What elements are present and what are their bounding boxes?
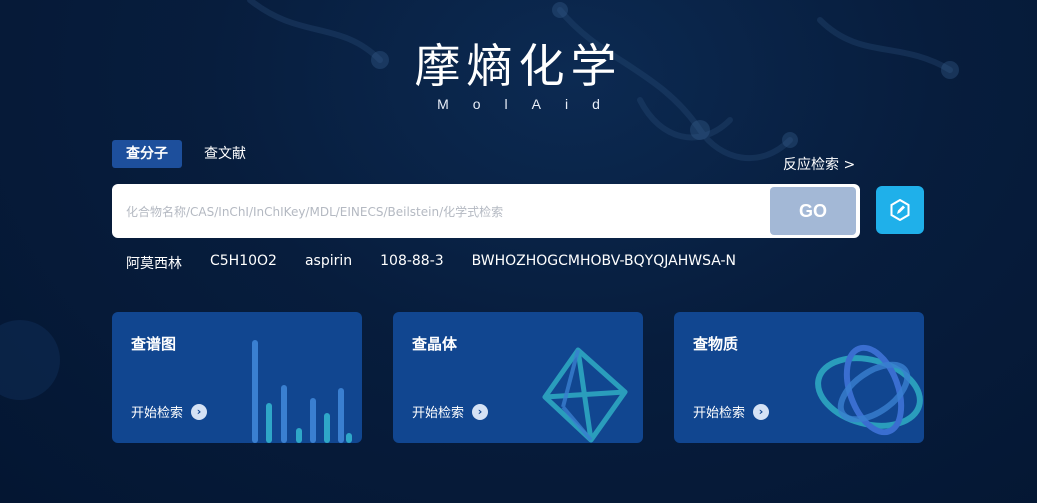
arrow-right-icon: › (191, 403, 208, 420)
start-search-link[interactable]: 开始检索 › (693, 402, 770, 421)
tab-literature[interactable]: 查文献 (190, 140, 260, 168)
arrow-right-icon: › (472, 403, 489, 420)
card-crystal[interactable]: 查晶体 开始检索 › (393, 312, 643, 443)
start-search-label: 开始检索 (693, 406, 746, 421)
spectrum-bars-icon (252, 340, 352, 443)
crystal-octahedron-icon (542, 347, 628, 443)
example-query[interactable]: BWHOZHOGCMHOBV-BQYQJAHWSA-N (472, 253, 736, 273)
card-title: 查谱图 (131, 335, 177, 353)
logo[interactable]: 摩熵化学 MolAid (0, 40, 1037, 112)
reaction-search-link[interactable]: 反应检索 > (783, 154, 855, 174)
tab-molecule[interactable]: 查分子 (112, 140, 182, 168)
go-button[interactable]: GO (770, 187, 856, 235)
arrow-right-icon: › (753, 403, 770, 420)
logo-subtitle: MolAid (437, 96, 624, 112)
atom-orbit-icon (815, 344, 923, 436)
logo-title: 摩熵化学 (414, 39, 623, 93)
example-query[interactable]: 阿莫西林 (126, 253, 182, 273)
search-box: GO (112, 184, 860, 240)
card-title: 查物质 (693, 335, 739, 353)
example-query[interactable]: C5H10O2 (210, 253, 277, 273)
example-query[interactable]: aspirin (305, 253, 352, 273)
card-substance[interactable]: 查物质 开始检索 › (674, 312, 924, 443)
draw-structure-button[interactable] (876, 186, 924, 234)
card-title: 查晶体 (412, 335, 458, 353)
card-spectrum[interactable]: 查谱图 开始检索 › (112, 312, 362, 443)
example-query[interactable]: 108-88-3 (380, 253, 444, 273)
search-type-tabs: 查分子 查文献 (112, 140, 260, 168)
start-search-label: 开始检索 (131, 406, 184, 421)
edit-structure-icon (890, 199, 910, 221)
start-search-link[interactable]: 开始检索 › (412, 402, 489, 421)
start-search-link[interactable]: 开始检索 › (131, 402, 208, 421)
example-queries: 阿莫西林 C5H10O2 aspirin 108-88-3 BWHOZHOGCM… (126, 253, 736, 273)
search-input[interactable] (124, 184, 768, 240)
start-search-label: 开始检索 (412, 406, 465, 421)
